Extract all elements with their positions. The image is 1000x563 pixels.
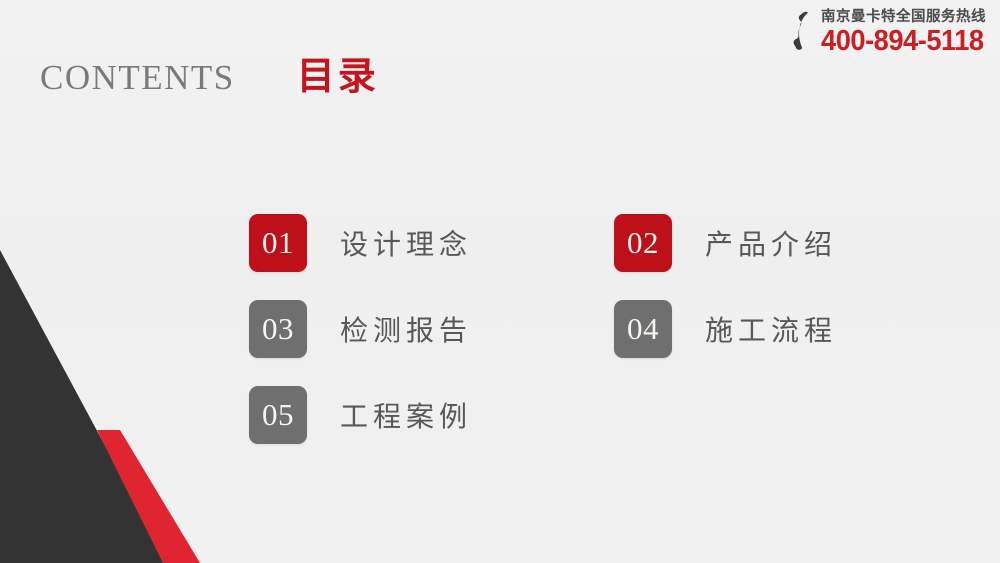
contents-number-badge-03: 03 [249,300,307,358]
page-title: CONTENTS 目录 [40,55,379,99]
hotline-label: 南京曼卡特全国服务热线 [821,8,986,25]
hotline-text-group: 南京曼卡特全国服务热线 400-894-5118 [821,9,994,57]
contents-label-04: 施工流程 [705,314,838,347]
contents-number-badge-01: 01 [249,214,307,272]
red-stripe-shape [97,430,200,563]
contents-item-04[interactable]: 04 施工流程 [614,286,909,372]
contents-number-badge-04: 04 [614,300,672,358]
contents-item-03[interactable]: 03 检测报告 [249,286,614,372]
slide-canvas: 南京曼卡特全国服务热线 400-894-5118 CONTENTS 目录 01 … [0,0,1000,563]
page-title-chinese: 目录 [296,53,379,98]
contents-item-05[interactable]: 05 工程案例 [249,372,614,458]
hotline-block: 南京曼卡特全国服务热线 400-894-5118 [786,8,994,57]
dark-triangle-shape [0,250,168,563]
contents-label-02: 产品介绍 [705,228,838,261]
contents-list: 01 设计理念 02 产品介绍 03 检测报告 04 施工流程 05 工程案例 [249,200,909,458]
contents-label-03: 检测报告 [340,314,473,347]
contents-item-01[interactable]: 01 设计理念 [249,200,614,286]
phone-handset-icon [793,11,809,50]
contents-label-01: 设计理念 [340,228,473,261]
contents-label-05: 工程案例 [340,400,473,433]
contents-number-badge-02: 02 [614,214,672,272]
hotline-number: 400-894-5118 [821,24,984,57]
page-title-english: CONTENTS [40,58,235,97]
contents-number-badge-05: 05 [249,386,307,444]
contents-item-02[interactable]: 02 产品介绍 [614,200,909,286]
